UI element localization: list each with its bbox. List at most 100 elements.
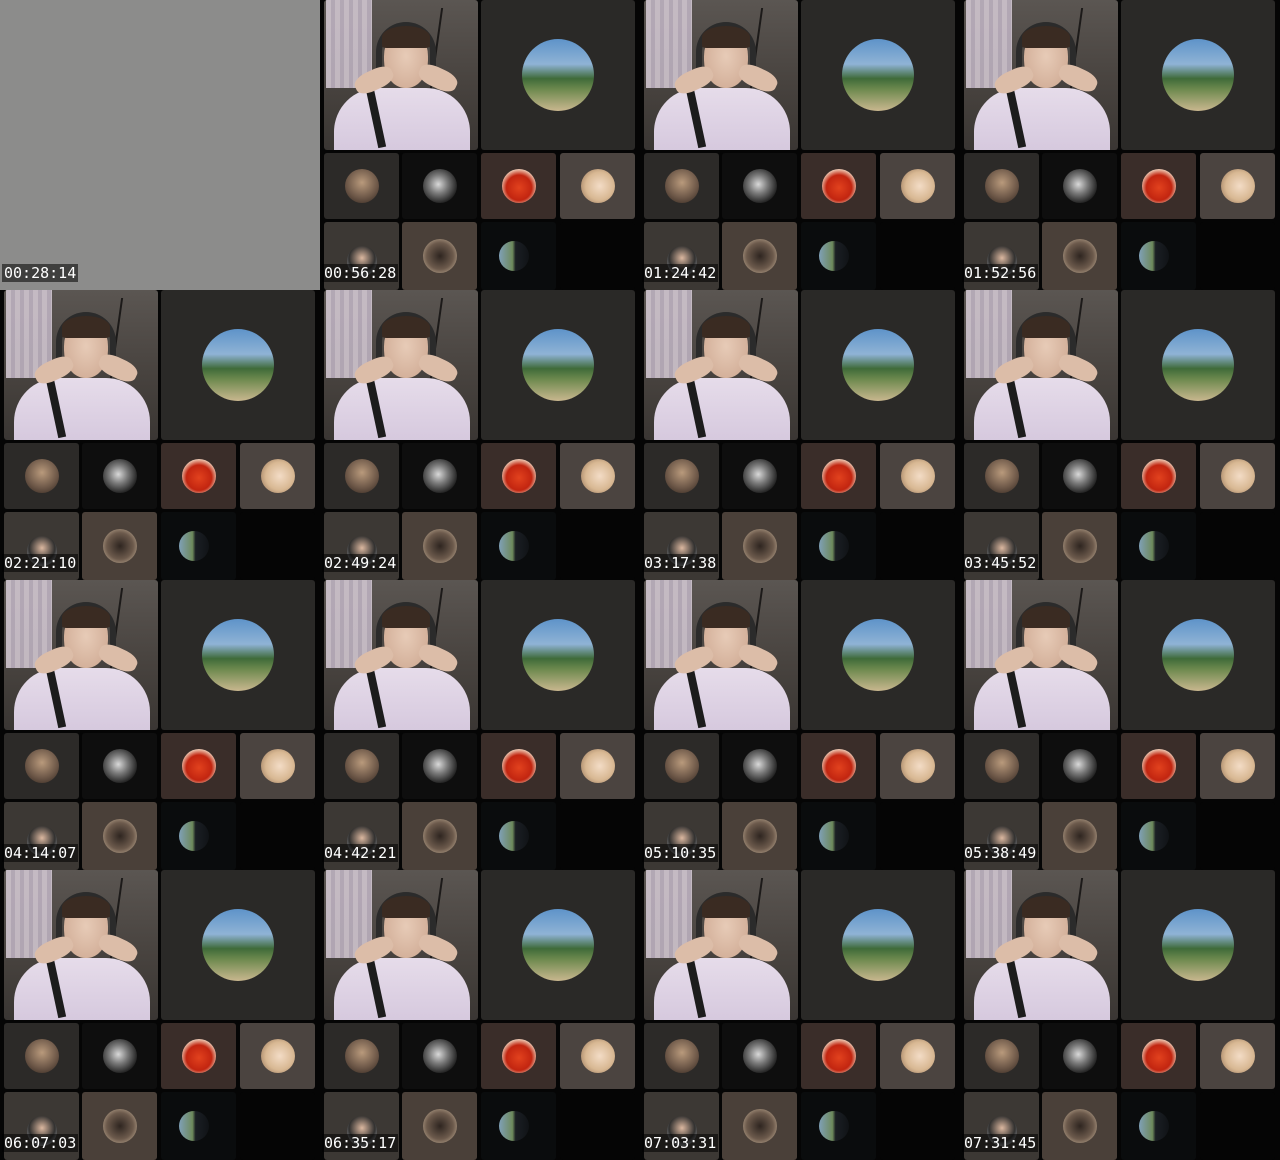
participant-tile-large: [1121, 0, 1275, 150]
participant-avatar-icon: [1139, 821, 1169, 851]
participant-tile: [82, 733, 157, 799]
frame-timestamp: 04:14:07: [2, 844, 79, 862]
participant-tile: [1200, 1023, 1275, 1089]
participant-avatar-icon: [260, 749, 295, 783]
frame-timestamp: 03:17:38: [642, 554, 719, 572]
participant-tile-large: [161, 870, 315, 1020]
participant-tile: [402, 733, 477, 799]
participant-tile-large: [161, 290, 315, 440]
participant-avatar-icon: [181, 749, 216, 783]
participant-tile: [481, 1023, 556, 1089]
participant-tile: [82, 1023, 157, 1089]
person-shirt: [654, 668, 790, 730]
participant-tile: [481, 222, 556, 290]
participant-tile: [402, 1023, 477, 1089]
participant-tile-large: [1121, 580, 1275, 730]
main-camera-tile: [964, 870, 1118, 1020]
video-frame: 07:03:31: [640, 870, 960, 1160]
video-frame: 01:52:56: [960, 0, 1280, 290]
participant-tile: [722, 443, 797, 509]
blank-frame: 00:28:14: [0, 0, 320, 290]
participant-tile: [722, 222, 797, 290]
participant-avatar-icon: [202, 329, 274, 401]
person-hair: [382, 896, 430, 918]
participant-avatar-icon: [344, 169, 379, 203]
person-hair: [702, 896, 750, 918]
participant-tile-large: [1121, 290, 1275, 440]
participant-avatar-icon: [821, 169, 856, 203]
participant-avatar-icon: [742, 239, 777, 273]
participant-avatar-icon: [984, 459, 1019, 493]
video-frame: 05:38:49: [960, 580, 1280, 870]
participant-tile: [481, 733, 556, 799]
video-frame: 06:07:03: [0, 870, 320, 1160]
video-call-grid: [4, 580, 316, 870]
participant-avatar-icon: [501, 169, 536, 203]
video-frame: 02:49:24: [320, 290, 640, 580]
participant-avatar-icon: [742, 1109, 777, 1143]
participant-tile: [964, 443, 1039, 509]
participant-avatar-icon: [422, 529, 457, 563]
main-camera-tile: [324, 0, 478, 150]
participant-tile: [722, 1092, 797, 1160]
main-camera-tile: [324, 870, 478, 1020]
participant-tile: [801, 1023, 876, 1089]
empty-tile: [240, 802, 315, 870]
participant-avatar-icon: [260, 1039, 295, 1073]
video-frame: 01:24:42: [640, 0, 960, 290]
participant-tile: [402, 222, 477, 290]
participant-tile: [481, 443, 556, 509]
participant-tile-large: [161, 580, 315, 730]
participant-avatar-icon: [179, 1111, 209, 1141]
participant-avatar-icon: [842, 39, 914, 111]
video-frame: 04:42:21: [320, 580, 640, 870]
frame-timestamp: 02:21:10: [2, 554, 79, 572]
participant-avatar-icon: [344, 1039, 379, 1073]
participant-tile: [240, 1023, 315, 1089]
participant-tile: [1121, 443, 1196, 509]
empty-tile: [560, 512, 635, 580]
participant-avatar-icon: [819, 531, 849, 561]
frame-timestamp: 00:28:14: [2, 264, 79, 282]
video-call-grid: [644, 870, 956, 1160]
empty-tile: [1200, 802, 1275, 870]
participant-avatar-icon: [900, 459, 935, 493]
participant-avatar-icon: [1141, 1039, 1176, 1073]
participant-tile: [82, 1092, 157, 1160]
person-shirt: [334, 958, 470, 1020]
participant-tile: [161, 733, 236, 799]
contact-sheet: 00:28:14 00:56:28 01:24:42 01:52:56 02:2…: [0, 0, 1280, 1160]
participant-tile: [801, 222, 876, 290]
participant-tile: [481, 802, 556, 870]
participant-tile: [644, 443, 719, 509]
video-frame: 03:17:38: [640, 290, 960, 580]
participant-avatar-icon: [102, 1109, 137, 1143]
participant-avatar-icon: [664, 1039, 699, 1073]
participant-tile-large: [481, 290, 635, 440]
person-shirt: [334, 378, 470, 440]
participant-avatar-icon: [181, 1039, 216, 1073]
participant-avatar-icon: [664, 169, 699, 203]
participant-avatar-icon: [522, 909, 594, 981]
empty-tile: [560, 802, 635, 870]
participant-tile: [481, 512, 556, 580]
person-hair: [62, 606, 110, 628]
main-camera-tile: [964, 290, 1118, 440]
person-shirt: [334, 668, 470, 730]
participant-tile: [402, 153, 477, 219]
participant-avatar-icon: [1062, 529, 1097, 563]
participant-tile: [560, 733, 635, 799]
participant-avatar-icon: [742, 459, 777, 493]
participant-tile: [1042, 222, 1117, 290]
participant-avatar-icon: [202, 909, 274, 981]
participant-avatar-icon: [102, 819, 137, 853]
participant-avatar-icon: [1162, 329, 1234, 401]
participant-tile: [964, 1023, 1039, 1089]
participant-tile-large: [801, 870, 955, 1020]
frame-timestamp: 03:45:52: [962, 554, 1039, 572]
participant-avatar-icon: [422, 819, 457, 853]
person-shirt: [654, 378, 790, 440]
participant-avatar-icon: [742, 819, 777, 853]
participant-avatar-icon: [102, 1039, 137, 1073]
empty-tile: [240, 1092, 315, 1160]
